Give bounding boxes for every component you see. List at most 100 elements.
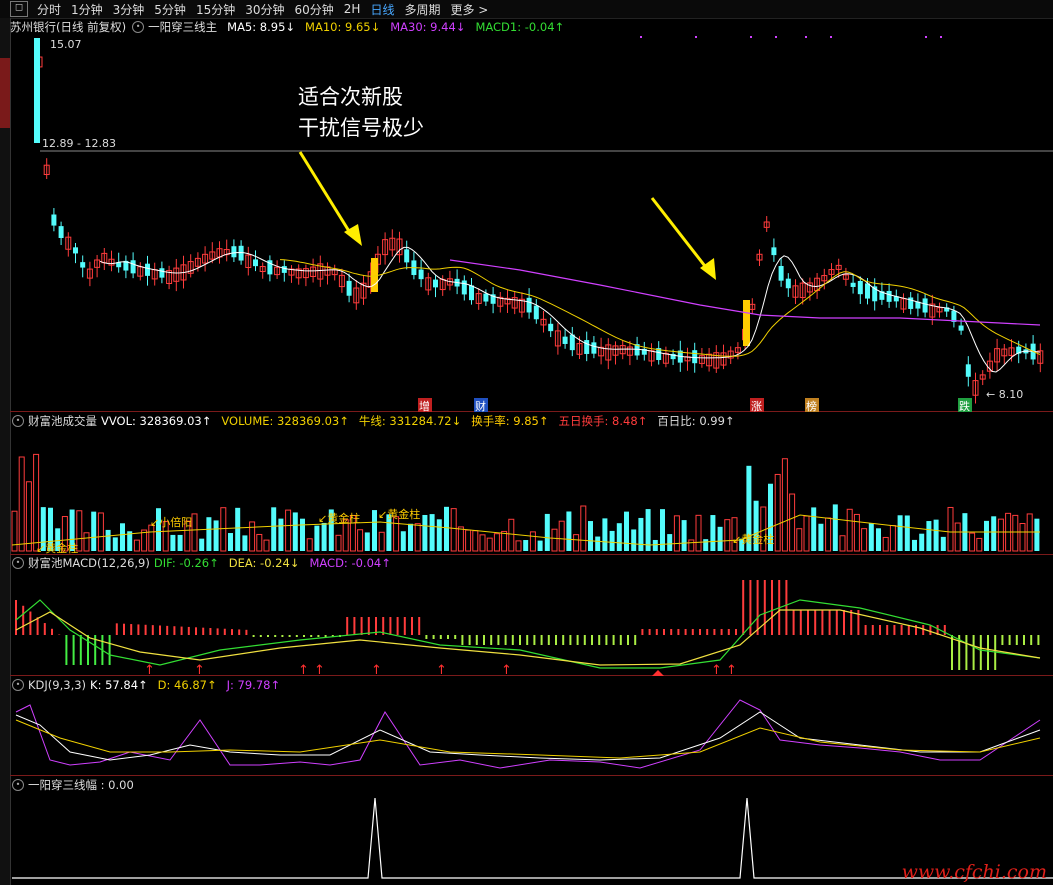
volume-bar (580, 505, 587, 552)
candle-down (591, 342, 597, 354)
volume-bar (803, 515, 810, 552)
candle-down (461, 280, 467, 295)
volume-bar (912, 539, 917, 551)
event-tag-2: 涨 (751, 400, 762, 413)
watermark: www.cfchi.com (901, 861, 1047, 883)
volume-bar (306, 538, 313, 552)
reference-price-label: 12.89 - 12.83 (42, 137, 116, 150)
volume-bar (249, 521, 256, 552)
volume-bar (444, 506, 449, 551)
volume-bar (551, 528, 558, 552)
volume-bar (984, 520, 989, 551)
volume-bar (18, 456, 25, 552)
volume-bar (501, 530, 508, 552)
candle-down (58, 226, 64, 239)
volume-bar (954, 522, 961, 552)
volume-bar (558, 520, 565, 552)
kline-chart-canvas[interactable]: 15.07 12.89 - 12.83 ← 8.10 增 财 涨 榜 跌 ↙黄金柱 ↙小倍阳 ↙黄金… (0, 0, 1053, 885)
volume-bar (465, 529, 472, 552)
annotation-text-line1: 适合次新股 (298, 85, 403, 109)
signal-amplitude-line (12, 797, 1053, 879)
marker-dot (830, 36, 832, 38)
low-price-label: ← 8.10 (986, 388, 1023, 401)
volume-bar (703, 539, 709, 551)
volume-bar (853, 513, 860, 552)
macd-marker (652, 670, 664, 676)
candle-down (865, 283, 870, 299)
candle-down (51, 214, 57, 226)
d-line (15, 719, 1041, 759)
volume-bar (926, 521, 932, 551)
volume-bar (321, 522, 327, 551)
event-tag-1: 财 (475, 399, 486, 413)
marker-dot (775, 36, 777, 38)
volume-bar (408, 523, 413, 551)
volume-bar (206, 517, 212, 551)
volume-bar (91, 511, 97, 551)
macd-buy-arrow: ↑ (144, 663, 155, 678)
volume-bar (378, 531, 385, 552)
macd-buy-arrow: ↑ (371, 663, 382, 678)
macd-buy-arrow: ↑ (711, 663, 722, 678)
volume-bar (472, 530, 479, 552)
volume-bar (112, 537, 118, 551)
candle-down (569, 334, 575, 351)
annotation-arrow (650, 197, 710, 271)
volume-bar (624, 511, 629, 551)
candle-down (778, 265, 784, 281)
event-tag-4: 跌 (959, 399, 970, 413)
volume-bar (83, 532, 90, 552)
candle-down (771, 247, 777, 256)
volume-bar (228, 533, 233, 551)
volume-bar (25, 481, 32, 552)
volume-bar (832, 504, 838, 551)
volume-bar (631, 529, 637, 551)
volume-bar (825, 517, 832, 552)
volume-bar (904, 515, 910, 551)
signal-candle (743, 300, 750, 346)
volume-bar (235, 507, 241, 551)
candle-down (584, 340, 590, 354)
volume-bar (919, 533, 925, 551)
volume-bar (933, 519, 939, 551)
macd-buy-arrow: ↑ (436, 663, 447, 678)
volume-bar (566, 511, 572, 551)
volume-bar (1019, 523, 1026, 552)
candle-down (785, 278, 791, 289)
event-tag-0: 增 (419, 399, 430, 413)
candle-down (922, 298, 928, 313)
volume-bar (220, 507, 227, 552)
volume-bar (789, 493, 796, 552)
volume-bar (213, 520, 219, 551)
volume-bar (818, 523, 824, 551)
annotation-arrow (298, 151, 354, 237)
signal-candle (371, 258, 378, 292)
volume-bar (523, 540, 529, 551)
candle-down (548, 323, 554, 332)
candle-down (159, 268, 165, 278)
candle-down (130, 260, 136, 274)
volume-bar (544, 513, 550, 551)
volume-bar (364, 532, 370, 551)
volume-bar (673, 515, 680, 552)
candle-down (433, 279, 438, 288)
volume-bar (486, 537, 493, 552)
volume-bar (479, 534, 486, 552)
volume-label-3: ↙黄金柱 (378, 507, 420, 521)
candle-down (965, 364, 971, 377)
volume-bar (839, 535, 846, 552)
candle-down (850, 282, 856, 287)
volume-label-0: ↙黄金柱 (36, 541, 78, 555)
volume-bar (271, 507, 277, 551)
macd-buy-arrow: ↑ (298, 663, 309, 678)
volume-bar (976, 537, 983, 552)
marker-dot (640, 36, 642, 38)
volume-bar (1012, 514, 1019, 552)
high-price-label: 15.07 (50, 38, 82, 51)
volume-bar (372, 510, 377, 551)
marker-dot (805, 36, 807, 38)
volume-bar (33, 453, 40, 552)
volume-bar (156, 508, 161, 551)
candle-down (281, 266, 287, 273)
volume-bar (300, 518, 305, 551)
